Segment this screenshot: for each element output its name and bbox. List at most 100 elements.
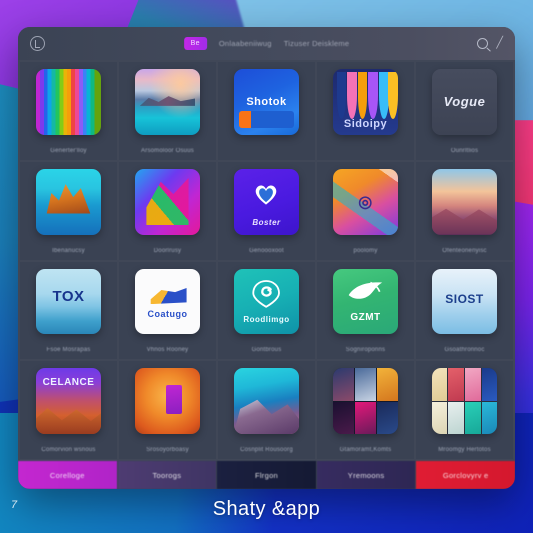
- app-grid: Generter'lloy Arsomoloor Osuus Shotok Si…: [18, 60, 515, 461]
- app-tile[interactable]: Boster Genoooxoot: [218, 161, 315, 260]
- app-caption: Ounrltlios: [450, 147, 479, 154]
- app-tile[interactable]: SIOST Gsoathronnoc: [416, 261, 513, 360]
- thumbnail-monogram: ◎: [358, 193, 373, 211]
- app-thumbnail: [431, 168, 498, 235]
- app-caption: Doorlrusy: [153, 247, 182, 254]
- app-caption: Gontbrous: [251, 347, 282, 354]
- app-caption: Srosoyorboasy: [146, 447, 189, 453]
- app-tile[interactable]: Sidoipy: [317, 62, 414, 160]
- thumbnail-art: [332, 368, 399, 435]
- tab-2[interactable]: Flrgon: [217, 461, 316, 489]
- app-tile[interactable]: Srosoyorboasy: [119, 361, 216, 459]
- app-caption: Cosnplit Rousoorg: [240, 447, 293, 453]
- app-thumbnail: [134, 168, 201, 235]
- app-thumbnail: Boster: [233, 168, 300, 235]
- titlebar-actions: ╱: [477, 38, 503, 49]
- app-caption: Genoooxoot: [249, 247, 284, 254]
- app-caption: Gtamoramt,Komts: [339, 447, 392, 453]
- bottom-tabbar: Corelloge Toorogs Flrgon Yremoons Gorclo…: [18, 461, 515, 489]
- app-tile[interactable]: Mroomgy Hertotos: [416, 361, 513, 459]
- thumbnail-art: [431, 368, 498, 435]
- app-caption: Vhnos Rooney: [146, 347, 189, 354]
- app-thumbnail: [431, 368, 498, 435]
- nav-item-0[interactable]: Onlaabeniiwug: [219, 39, 272, 48]
- app-tile[interactable]: Arsomoloor Osuus: [119, 62, 216, 160]
- app-thumbnail: [134, 69, 201, 135]
- app-thumbnail: TOX: [35, 268, 102, 335]
- tab-0[interactable]: Corelloge: [18, 461, 117, 489]
- thumbnail-label: SIOST: [445, 292, 484, 307]
- app-tile[interactable]: ◎ poolomy: [317, 161, 414, 260]
- app-window: Be Onlaabeniiwug Tizuser Deiskleme ╱ Gen…: [18, 27, 515, 489]
- app-thumbnail: Coatugo: [134, 268, 201, 335]
- heart-icon: [256, 185, 277, 205]
- app-thumbnail: [134, 368, 201, 435]
- thumbnail-art: [35, 69, 102, 135]
- app-tile[interactable]: Doorlrusy: [119, 161, 216, 260]
- thumbnail-art: [134, 69, 201, 135]
- app-tile[interactable]: Shotok: [218, 62, 315, 160]
- thumbnail-art: [233, 368, 300, 435]
- tab-4[interactable]: Gorclovyrv e: [416, 461, 515, 489]
- app-tile[interactable]: TOX Fsoe Mosrapas: [20, 261, 117, 360]
- app-thumbnail: SIOST: [431, 268, 498, 335]
- titlebar: Be Onlaabeniiwug Tizuser Deiskleme ╱: [18, 27, 515, 60]
- bird-icon: [348, 282, 383, 300]
- thumbnail-label: GZMT: [350, 311, 381, 323]
- footer-brand: Shaty &app: [212, 498, 321, 520]
- app-thumbnail: Shotok: [233, 69, 300, 135]
- app-tile[interactable]: Generter'lloy: [20, 62, 117, 160]
- app-tile[interactable]: Ibenanucsy: [20, 161, 117, 260]
- thumbnail-label: Roodlimgo: [243, 314, 290, 324]
- user-icon[interactable]: ╱: [496, 38, 503, 49]
- app-thumbnail: Vogue: [431, 69, 498, 135]
- thumbnail-label: Vogue: [443, 94, 486, 110]
- nav-item-1[interactable]: Tizuser Deiskleme: [284, 39, 350, 48]
- app-thumbnail: [35, 69, 102, 135]
- app-tile[interactable]: CELANCE Comorvion wsnous: [20, 361, 117, 459]
- app-caption: Ofenteonenyisc: [442, 247, 487, 254]
- app-caption: Arsomoloor Osuus: [141, 147, 194, 154]
- app-thumbnail: GZMT: [332, 268, 399, 335]
- app-caption: Comorvion wsnous: [41, 447, 96, 453]
- app-thumbnail: [35, 168, 102, 235]
- app-caption: Gsoathronnoc: [444, 347, 485, 354]
- thumbnail-art: [431, 168, 498, 235]
- screenshot-root: Be Onlaabeniiwug Tizuser Deiskleme ╱ Gen…: [0, 0, 533, 533]
- app-tile[interactable]: GZMT Sogniroponns: [317, 261, 414, 360]
- app-tile[interactable]: Roodlimgo Gontbrous: [218, 261, 315, 360]
- app-caption: Sogniroponns: [345, 347, 386, 354]
- thumbnail-label: TOX: [52, 288, 85, 306]
- app-thumbnail: Sidoipy: [332, 69, 399, 135]
- app-thumbnail: CELANCE: [35, 368, 102, 435]
- app-thumbnail: ◎: [332, 168, 399, 235]
- tab-3[interactable]: Yremoons: [316, 461, 416, 489]
- spiral-pin-icon: [252, 279, 281, 308]
- thumbnail-art: [134, 368, 201, 435]
- app-tile[interactable]: Gtamoramt,Komts: [317, 361, 414, 459]
- app-caption: Ibenanucsy: [52, 247, 85, 254]
- thumbnail-label: CELANCE: [42, 377, 95, 389]
- nav-pill-badge[interactable]: Be: [183, 37, 207, 50]
- app-caption: Generter'lloy: [50, 147, 87, 154]
- app-thumbnail: [332, 368, 399, 435]
- app-thumbnail: [233, 368, 300, 435]
- thumbnail-label: Shotok: [246, 95, 287, 108]
- search-icon[interactable]: [477, 38, 489, 49]
- app-tile[interactable]: Vogue Ounrltlios: [416, 62, 513, 160]
- thumbnail-art: [35, 168, 102, 235]
- app-caption: Mroomgy Hertotos: [438, 447, 491, 453]
- tab-1[interactable]: Toorogs: [117, 461, 217, 489]
- app-tile[interactable]: Cosnplit Rousoorg: [218, 361, 315, 459]
- app-caption: poolomy: [353, 247, 378, 254]
- app-thumbnail: Roodlimgo: [233, 268, 300, 335]
- thumbnail-label: Boster: [252, 217, 281, 227]
- thumbnail-art: [134, 168, 201, 235]
- app-tile[interactable]: Ofenteonenyisc: [416, 161, 513, 260]
- titlebar-nav: Be Onlaabeniiwug Tizuser Deiskleme: [183, 37, 350, 50]
- circle-logo-icon[interactable]: [30, 36, 45, 51]
- thumbnail-label: Coatugo: [147, 308, 188, 319]
- app-tile[interactable]: Coatugo Vhnos Rooney: [119, 261, 216, 360]
- app-caption: Fsoe Mosrapas: [46, 347, 91, 354]
- thumbnail-label: Sidoipy: [343, 117, 388, 130]
